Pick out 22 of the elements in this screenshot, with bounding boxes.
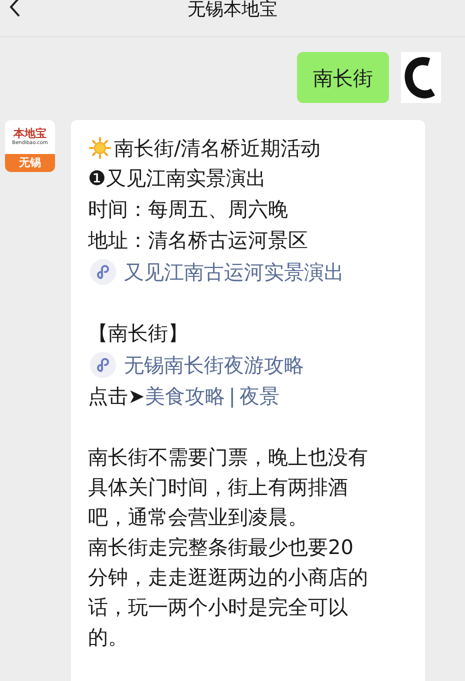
article-link[interactable]: 美食攻略	[144, 380, 225, 410]
sun-icon	[88, 136, 112, 160]
message-bubble: 南长街	[297, 52, 389, 103]
message-line: 时间：每周五、周六晚	[88, 196, 289, 223]
mini-program-link[interactable]: 无锡南长街夜游攻略	[124, 350, 304, 380]
article-link[interactable]: 夜景	[240, 380, 280, 410]
message-line: ❶又见江南实景演出	[88, 165, 267, 192]
avatar-city-label: 无锡	[5, 154, 55, 172]
link-icon	[90, 352, 116, 378]
avatar-logo-text: 本地宝	[14, 128, 46, 140]
chat-title: 无锡本地宝	[188, 0, 278, 20]
link-icon	[90, 258, 116, 284]
message-heading: 南长街/清名桥近期活动	[114, 134, 321, 162]
back-icon[interactable]	[8, 0, 22, 18]
message-paragraph: 南长街不需要门票，晚上也没有具体关门时间，街上有两排酒吧，通常会营业到凌晨。	[88, 444, 369, 531]
message-line: 【南长街】	[88, 320, 189, 347]
mini-program-link[interactable]: 又见江南古运河实景演出	[124, 256, 344, 286]
separator-text: |	[228, 382, 237, 410]
user-avatar	[401, 52, 441, 103]
message-line: 地址：清名桥古运河景区	[88, 227, 309, 254]
message-text: 点击➤	[88, 382, 145, 410]
message-paragraph: 南长街走完整条街最少也要20分钟，走走逛逛两边的小商店的话，玩一两个小时是完全可以的。	[88, 534, 369, 651]
